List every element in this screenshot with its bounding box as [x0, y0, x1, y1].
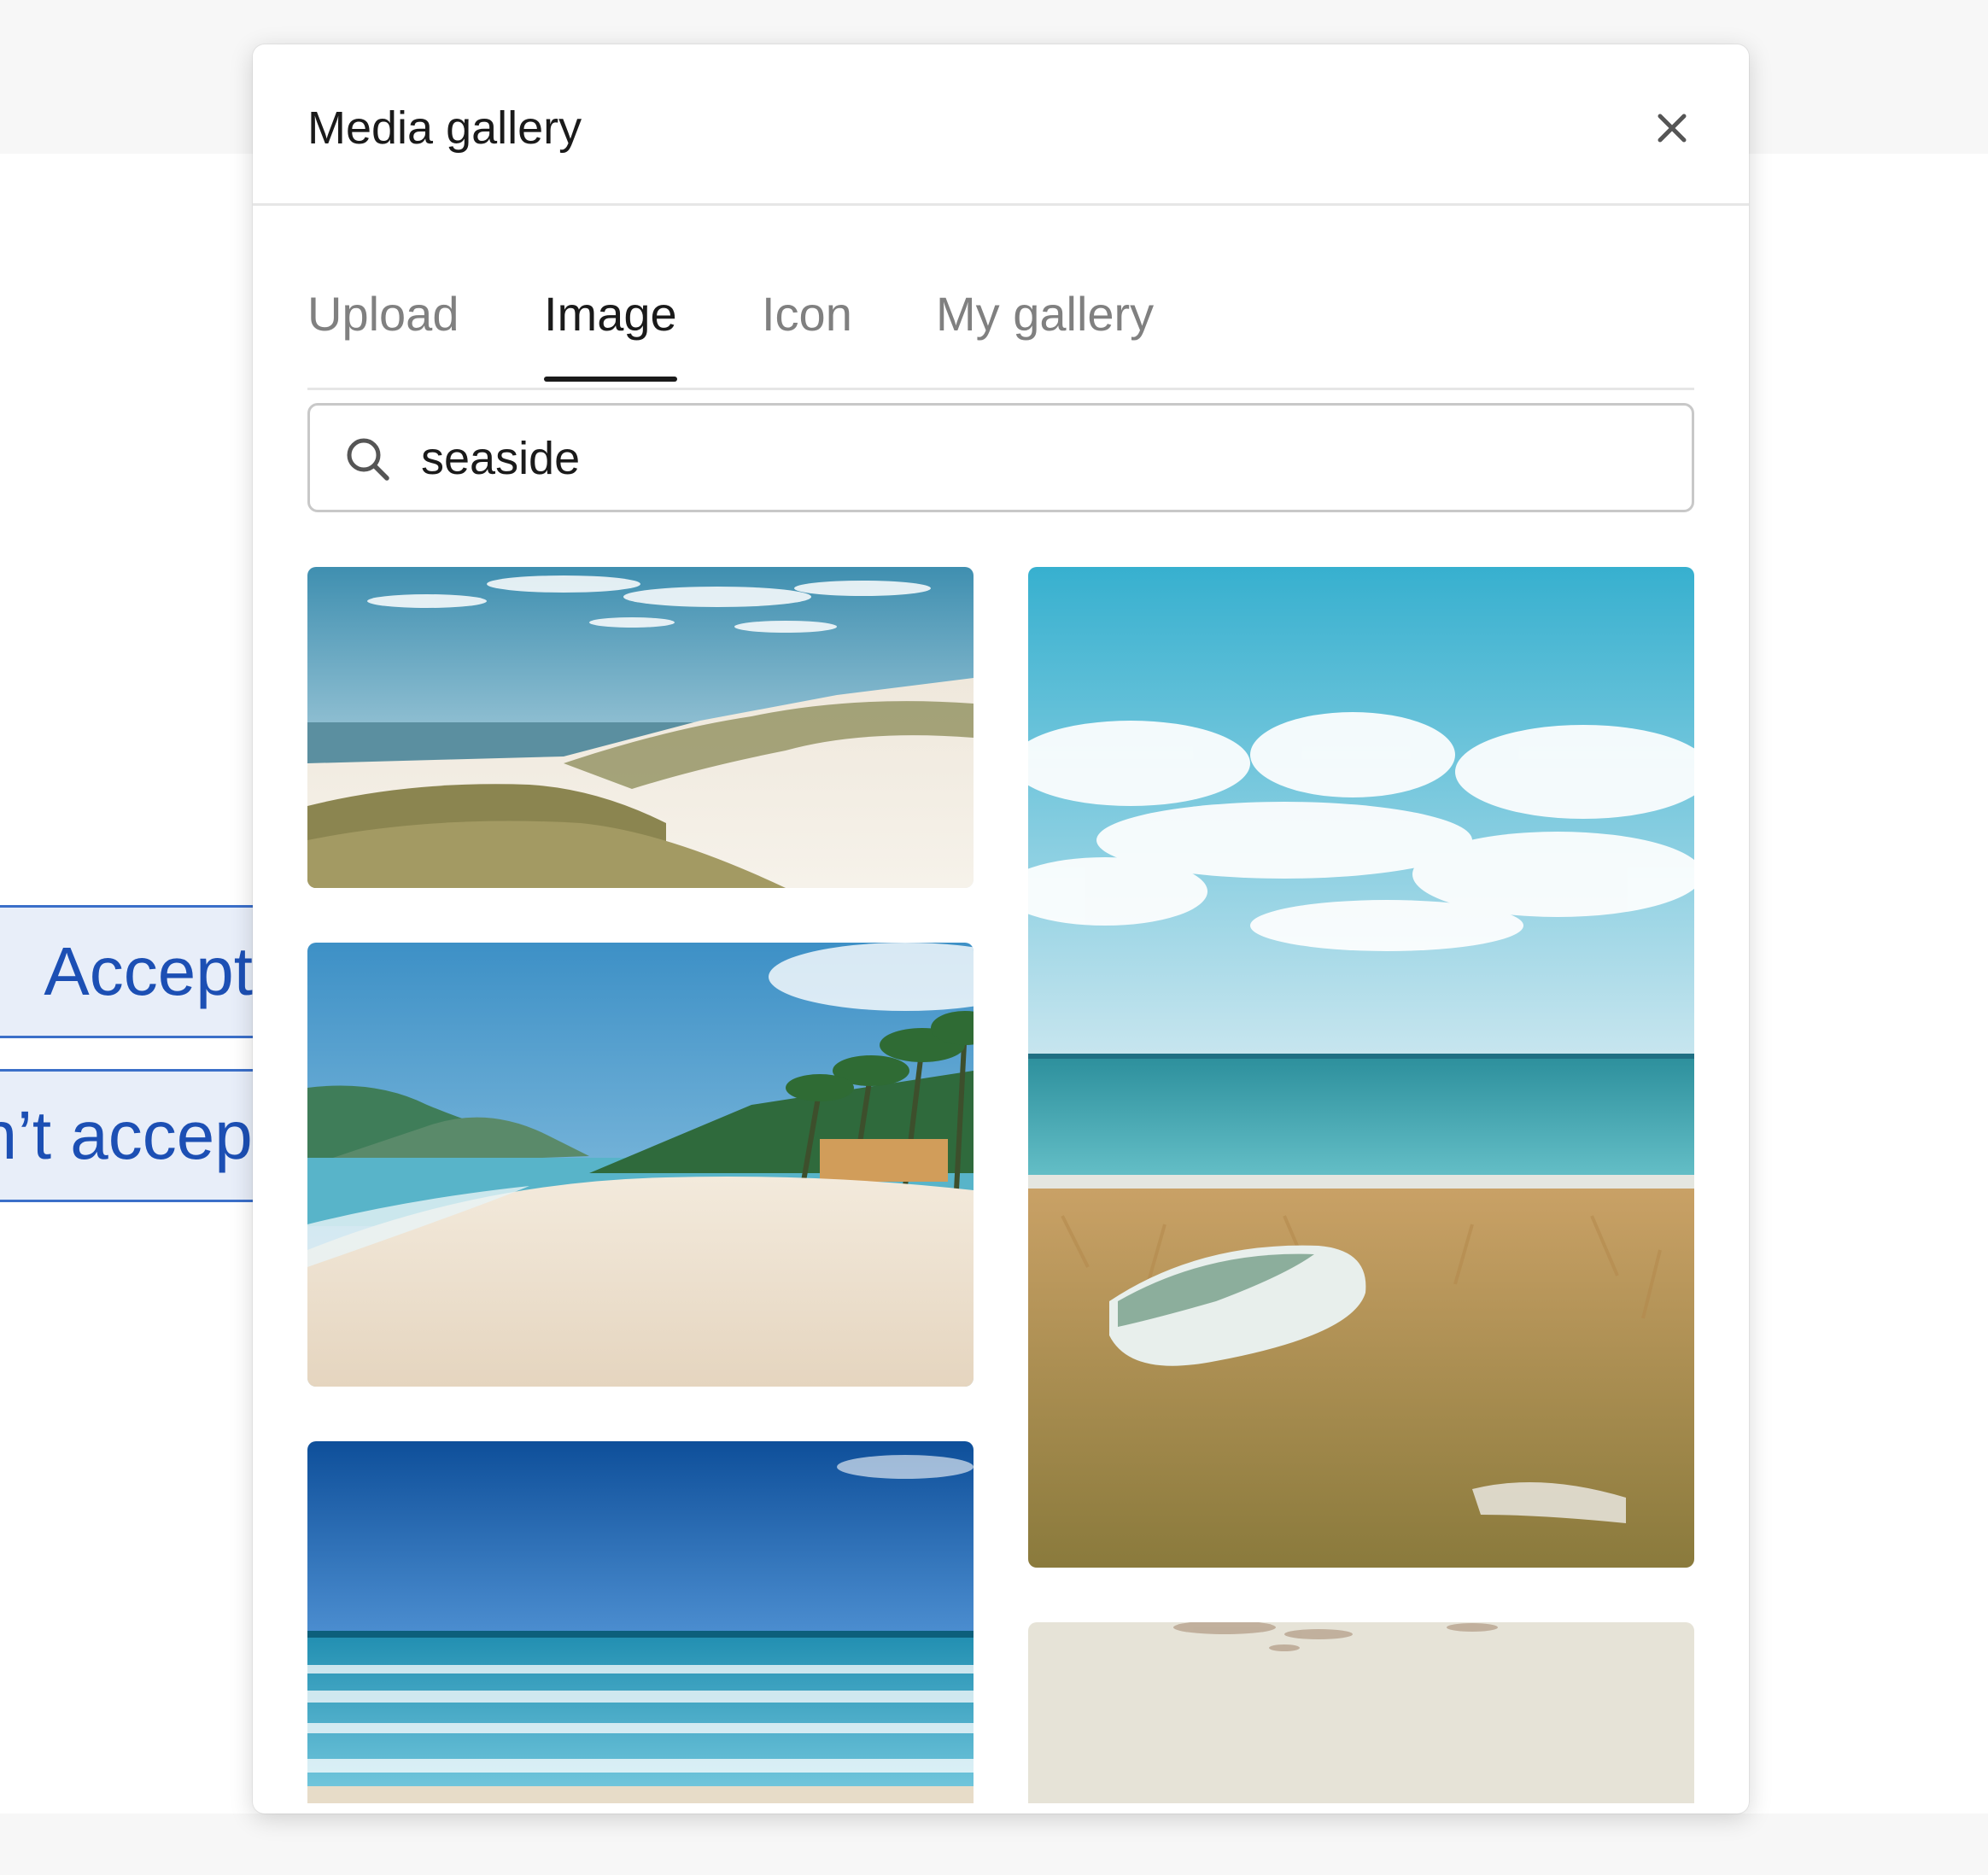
- close-icon: [1658, 114, 1687, 143]
- dunes-image: [307, 567, 974, 888]
- page-footer-background: [0, 1814, 1988, 1875]
- tab-icon[interactable]: Icon: [762, 286, 852, 342]
- tab-bar: Upload Image Icon My gallery: [307, 206, 1694, 390]
- tab-my-gallery[interactable]: My gallery: [936, 286, 1154, 342]
- media-gallery-modal: Media gallery Upload Image Icon My galle…: [253, 44, 1749, 1814]
- search-input[interactable]: [421, 423, 1651, 494]
- modal-header: Media gallery: [253, 44, 1749, 206]
- image-results-grid: [307, 567, 1694, 1803]
- ocean-waves-image: [307, 1441, 974, 1803]
- decline-button[interactable]: Don’t accept: [0, 1069, 253, 1202]
- image-result-ocean-waves[interactable]: [307, 1441, 974, 1803]
- image-result-boat-on-shore[interactable]: [1028, 567, 1694, 1568]
- close-button[interactable]: [1650, 106, 1694, 150]
- search-icon: [347, 438, 389, 481]
- boat-on-shore-image: [1028, 567, 1694, 1568]
- tropical-beach-image: [307, 943, 974, 1387]
- search-box: [307, 403, 1694, 512]
- accept-button-label: Accept: [44, 933, 253, 1009]
- sand-texture-image: [1028, 1622, 1694, 1803]
- image-result-tropical-beach[interactable]: [307, 943, 974, 1387]
- tab-upload[interactable]: Upload: [307, 286, 459, 342]
- image-result-sand-texture[interactable]: [1028, 1622, 1694, 1803]
- accept-button[interactable]: Accept: [0, 905, 253, 1038]
- tab-image[interactable]: Image: [544, 286, 677, 382]
- modal-title: Media gallery: [307, 102, 582, 154]
- image-result-dunes[interactable]: [307, 567, 974, 888]
- decline-button-label: Don’t accept: [0, 1097, 253, 1173]
